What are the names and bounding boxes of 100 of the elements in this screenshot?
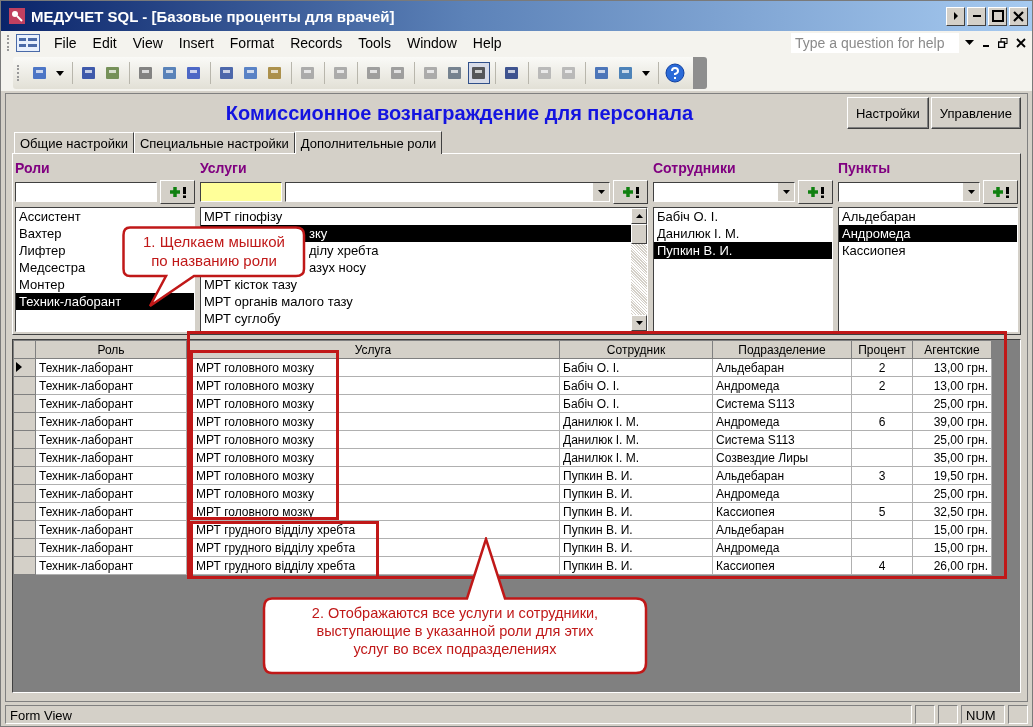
column-header[interactable]: Сотрудник: [559, 340, 713, 359]
list-item[interactable]: МРТ кісток тазу: [201, 276, 631, 293]
table-cell: Созвездие Лиры: [712, 448, 852, 467]
table-cell: Андромеда: [712, 412, 852, 431]
list-item[interactable]: Ассистент: [16, 208, 194, 225]
table-cell: Техник-лаборант: [35, 448, 187, 467]
list-item[interactable]: Техник-лаборант: [16, 293, 194, 310]
table-cell: Техник-лаборант: [35, 520, 187, 539]
status-indicator: NUM: [961, 704, 1005, 724]
table-cell: Техник-лаборант: [35, 394, 187, 413]
column-header[interactable]: Роль: [35, 340, 187, 359]
list-item[interactable]: МРТ суглобу: [201, 310, 631, 327]
menu-item[interactable]: View: [124, 35, 171, 51]
table-cell: Система S113: [712, 394, 852, 413]
column-header[interactable]: Агентские: [912, 340, 992, 359]
table-cell: Техник-лаборант: [35, 358, 187, 377]
help-icon[interactable]: [665, 63, 685, 83]
combo-box[interactable]: [838, 182, 980, 202]
form-icon[interactable]: [16, 34, 40, 52]
column-header[interactable]: Процент: [851, 340, 913, 359]
input-field[interactable]: [15, 182, 157, 202]
dropdown-arrow-icon[interactable]: [965, 40, 974, 46]
list-item[interactable]: Кассиопея: [839, 242, 1017, 259]
command-button[interactable]: Настройки: [846, 97, 929, 129]
close-icon[interactable]: [1016, 38, 1026, 48]
list-item[interactable]: МРТ гіпофізу: [201, 208, 631, 225]
add-button[interactable]: [613, 180, 648, 204]
table-cell: Пупкин В. И.: [559, 502, 713, 521]
table-cell: 3: [851, 466, 913, 485]
scrollbar[interactable]: [631, 208, 647, 331]
table-cell: Система S113: [712, 430, 852, 449]
select-all-cell[interactable]: [13, 340, 36, 359]
plus-exclamation-icon: [990, 186, 1011, 198]
menu-item[interactable]: Records: [282, 35, 351, 51]
table-cell: 39,00 грн.: [912, 412, 992, 431]
down-arrow-icon: [635, 321, 643, 325]
table-cell: [851, 448, 913, 467]
list-item[interactable]: Андромеда: [839, 225, 1017, 242]
command-button[interactable]: Управление: [930, 97, 1021, 129]
table-cell: Пупкин В. И.: [559, 538, 713, 557]
table-cell: Техник-лаборант: [35, 430, 187, 449]
scroll-button[interactable]: [946, 6, 965, 26]
toolbar-grip[interactable]: [7, 35, 12, 51]
minimize-icon: [972, 15, 981, 17]
menu-item[interactable]: Help: [464, 35, 510, 51]
table-cell: Техник-лаборант: [35, 502, 187, 521]
table-cell: Пупкин В. И.: [559, 466, 713, 485]
caret-icon[interactable]: [56, 70, 64, 76]
table-cell: [851, 538, 913, 557]
table-cell: Техник-лаборант: [35, 538, 187, 557]
combo-box[interactable]: [285, 182, 610, 202]
play-icon: [952, 12, 959, 20]
list-item[interactable]: Данилюк І. М.: [654, 225, 832, 242]
combo-box[interactable]: [653, 182, 795, 202]
plus-exclamation-icon: [805, 186, 826, 198]
restore-icon[interactable]: [998, 38, 1008, 48]
menu-item[interactable]: Tools: [350, 35, 399, 51]
scroll-thumb[interactable]: [631, 224, 647, 244]
status-text: Form View: [5, 704, 912, 724]
close-button[interactable]: [1009, 6, 1028, 26]
table-cell: 13,00 грн.: [912, 376, 992, 395]
list-item[interactable]: Альдебаран: [839, 208, 1017, 225]
add-button[interactable]: [983, 180, 1018, 204]
status-pane: [1008, 704, 1028, 724]
table-cell: [851, 394, 913, 413]
maximize-button[interactable]: [988, 6, 1007, 26]
filter-label: Пункты: [838, 160, 892, 178]
table-cell: 15,00 грн.: [912, 520, 992, 539]
add-button[interactable]: [798, 180, 833, 204]
tab[interactable]: Специальные настройки: [133, 132, 295, 153]
table-cell: 5: [851, 502, 913, 521]
list-item[interactable]: Пупкин В. И.: [654, 242, 832, 259]
table-cell: 35,00 грн.: [912, 448, 992, 467]
menu-item[interactable]: File: [46, 35, 85, 51]
menu-item[interactable]: Window: [398, 35, 465, 51]
dropdown-arrow-icon: [967, 190, 975, 194]
help-search-field[interactable]: Type a question for help: [791, 33, 959, 53]
column-header[interactable]: Подразделение: [712, 340, 852, 359]
menu-item[interactable]: Format: [221, 35, 283, 51]
tab[interactable]: Дополнительные роли: [294, 131, 443, 154]
add-button[interactable]: [160, 180, 195, 204]
table-cell: Техник-лаборант: [35, 376, 187, 395]
current-record-icon: [16, 361, 22, 372]
menu-item[interactable]: Insert: [170, 35, 222, 51]
table-cell: 25,00 грн.: [912, 484, 992, 503]
tab[interactable]: Общие настройки: [14, 132, 134, 153]
list-item[interactable]: МРТ органів малого тазу: [201, 293, 631, 310]
caret-icon[interactable]: [642, 70, 650, 76]
filter-label: Роли: [15, 160, 51, 178]
table-cell: [851, 520, 913, 539]
list-item[interactable]: Монтер: [16, 276, 194, 293]
table-cell: [851, 484, 913, 503]
table-cell: 15,00 грн.: [912, 538, 992, 557]
table-cell: 4: [851, 556, 913, 575]
table-cell: Альдебаран: [712, 520, 852, 539]
table-cell: Данилюк І. М.: [559, 430, 713, 449]
input-field[interactable]: [200, 182, 282, 202]
menu-item[interactable]: Edit: [84, 35, 125, 51]
list-item[interactable]: Бабіч О. І.: [654, 208, 832, 225]
minimize-button[interactable]: [967, 6, 986, 26]
